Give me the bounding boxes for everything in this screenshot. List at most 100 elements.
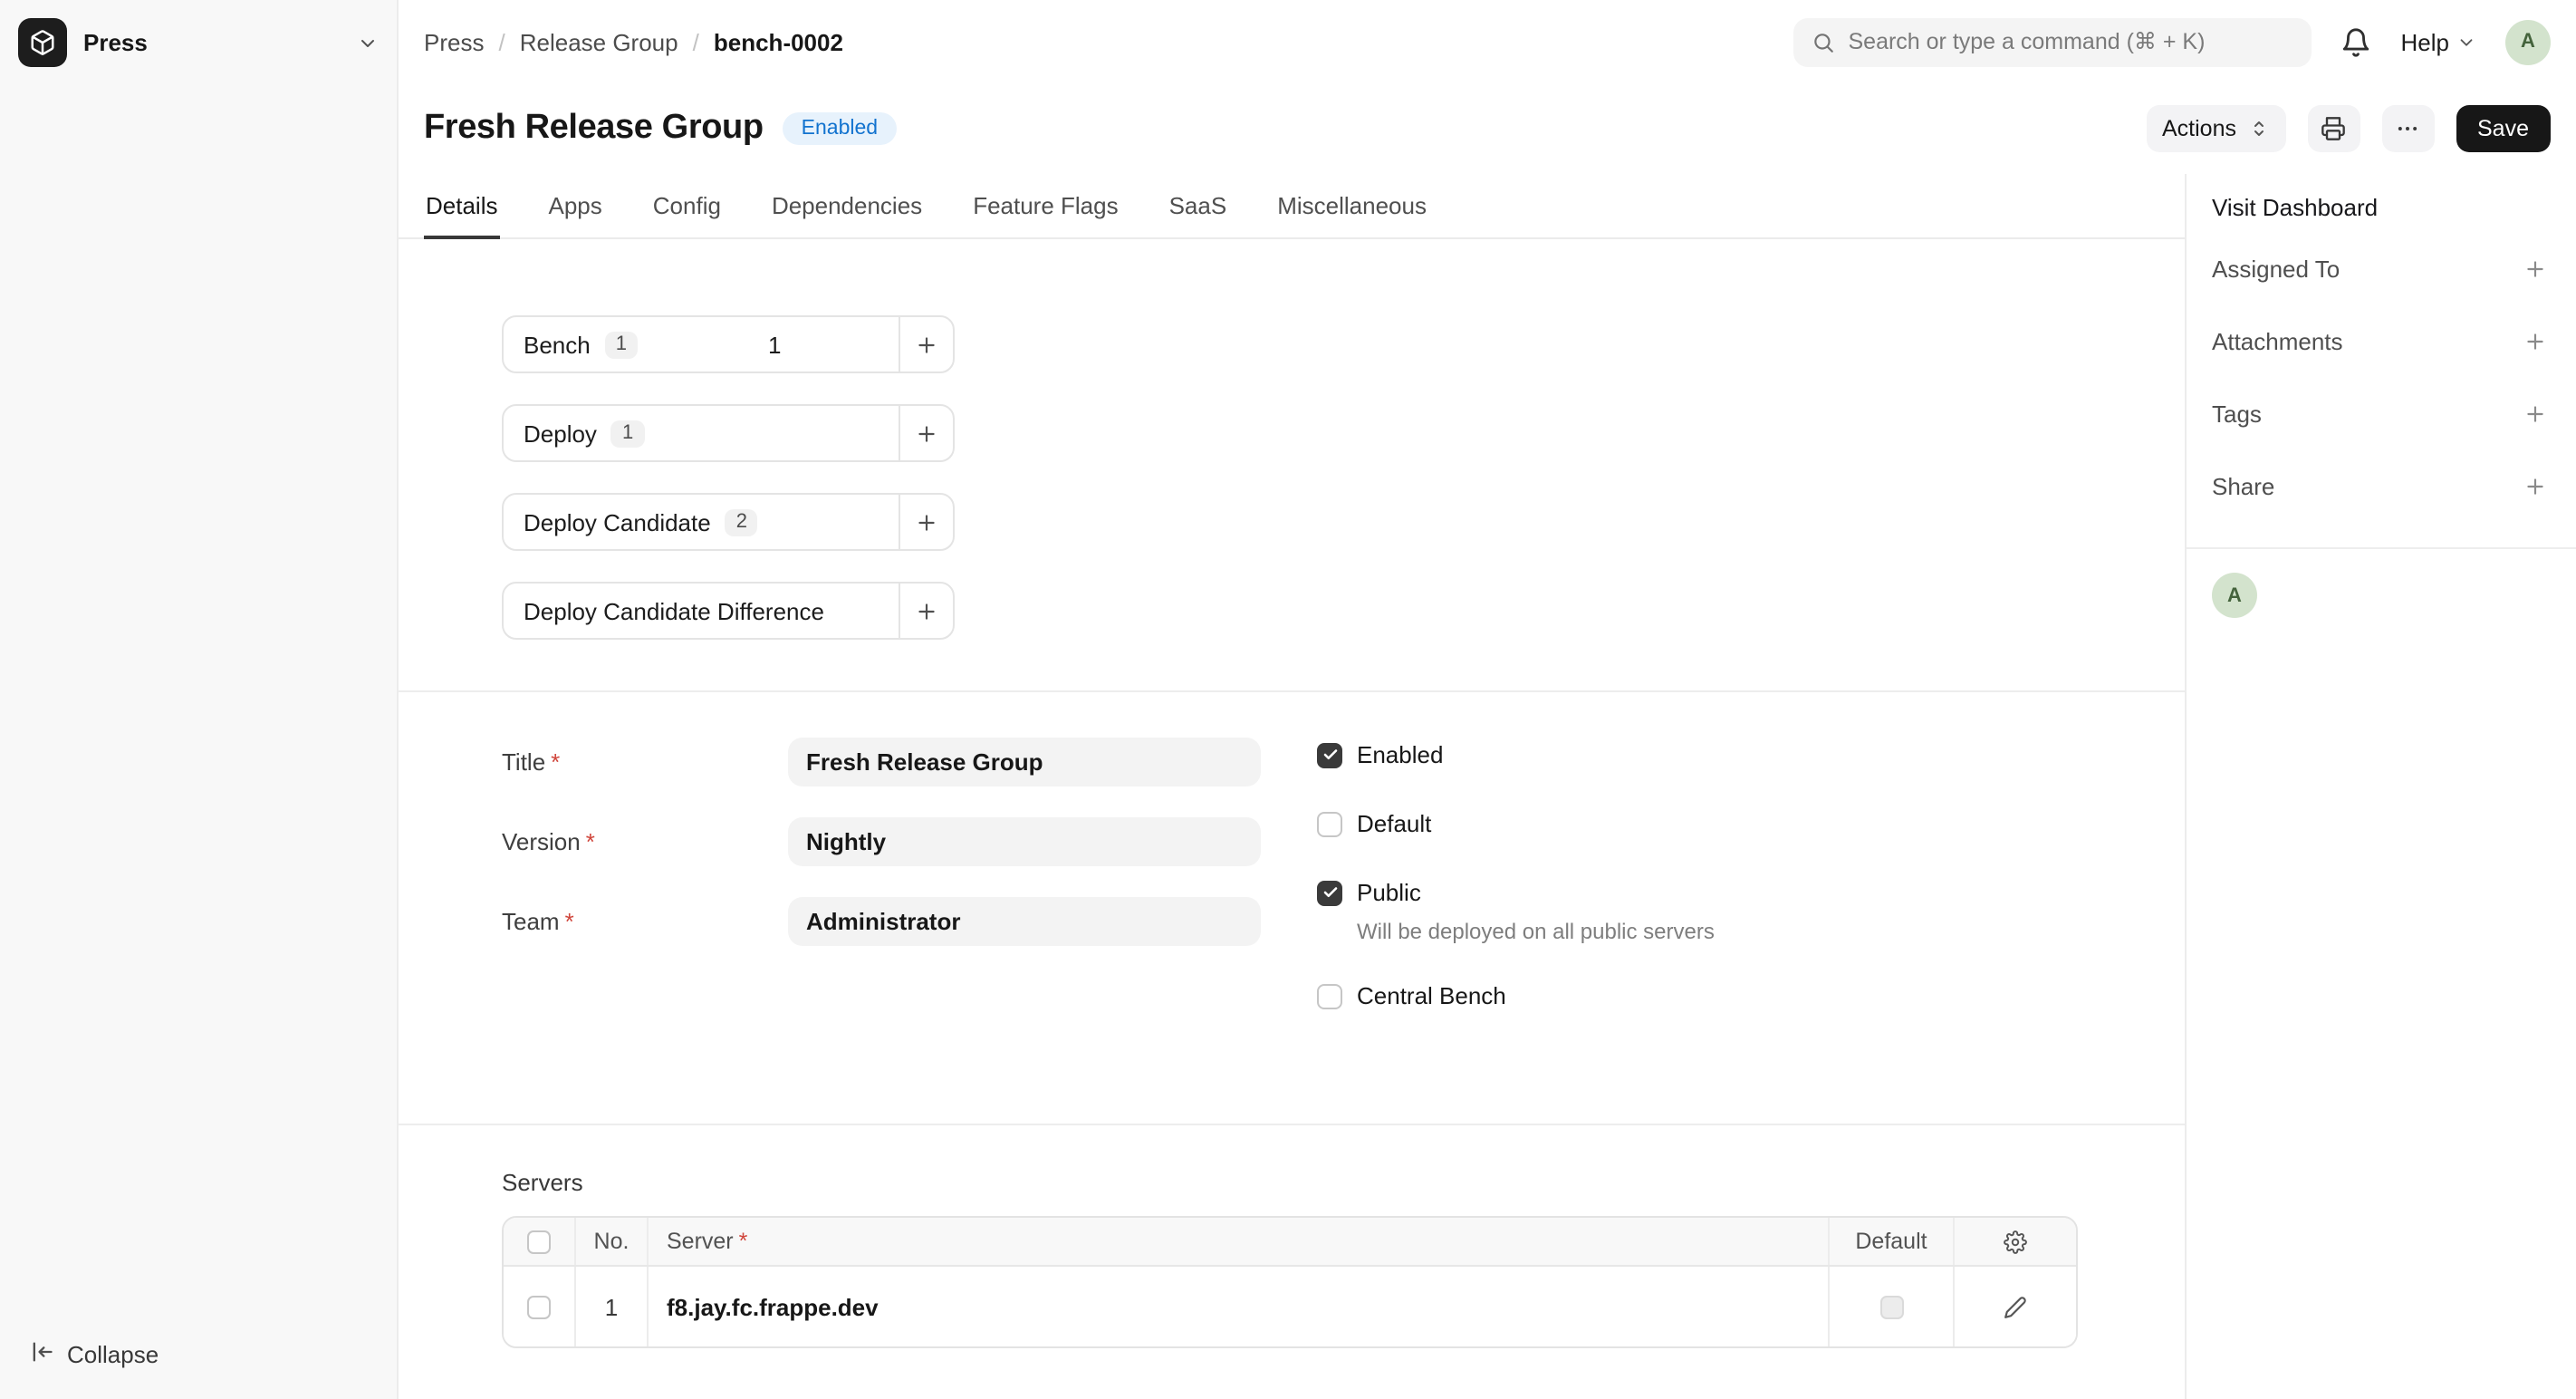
add-assigned-button[interactable] xyxy=(2520,253,2551,284)
share-label: Share xyxy=(2212,472,2274,499)
app-switcher[interactable]: Press xyxy=(18,18,379,67)
main-pane: Details Apps Config Dependencies Feature… xyxy=(399,174,2185,1399)
check-icon xyxy=(1322,747,1338,763)
add-deploy-candidate-difference-button[interactable] xyxy=(899,584,953,638)
title-field-label: Title* xyxy=(502,748,788,776)
central-bench-checkbox-row[interactable]: Central Bench xyxy=(1317,982,1715,1009)
tab-saas[interactable]: SaaS xyxy=(1168,174,1229,239)
add-share-button[interactable] xyxy=(2520,470,2551,501)
default-checkbox-row[interactable]: Default xyxy=(1317,810,1715,837)
panel-avatar-section: A xyxy=(2212,549,2551,618)
required-asterisk: * xyxy=(551,748,560,776)
field-row-team: Team* xyxy=(502,897,1261,946)
app-name: Press xyxy=(83,29,148,56)
checkbox-label: Central Bench xyxy=(1357,982,1506,1009)
save-button[interactable]: Save xyxy=(2456,105,2551,152)
required-asterisk: * xyxy=(739,1229,748,1254)
topbar-right: Help A xyxy=(1794,17,2552,66)
checkbox-label: Enabled xyxy=(1357,741,1443,768)
link-count-badge: 1 xyxy=(605,331,638,358)
central-bench-checkbox[interactable] xyxy=(1317,983,1342,1008)
column-header-default: Default xyxy=(1828,1218,1953,1265)
add-deploy-button[interactable] xyxy=(899,406,953,460)
details-tab-content: Bench 1 1 Deploy 1 xyxy=(399,239,2185,1399)
breadcrumb-separator: / xyxy=(498,28,505,55)
press-logo-icon xyxy=(18,18,67,67)
public-checkbox-row[interactable]: Public xyxy=(1317,879,1715,906)
breadcrumb-release-group[interactable]: Release Group xyxy=(520,28,678,55)
link-card-bench[interactable]: Bench 1 1 xyxy=(502,315,955,373)
tab-dependencies[interactable]: Dependencies xyxy=(770,174,924,239)
team-field-label: Team* xyxy=(502,908,788,935)
add-tag-button[interactable] xyxy=(2520,398,2551,429)
tab-apps[interactable]: Apps xyxy=(547,174,604,239)
search-bar[interactable] xyxy=(1794,17,2312,66)
link-label: Deploy Candidate Difference xyxy=(524,597,824,624)
help-label: Help xyxy=(2401,28,2450,55)
grid-settings-button[interactable] xyxy=(1955,1218,2076,1265)
panel-item-tags: Tags xyxy=(2212,377,2551,449)
gear-icon xyxy=(2004,1230,2027,1253)
more-options-button[interactable] xyxy=(2381,105,2434,152)
link-card-deploy-candidate-difference[interactable]: Deploy Candidate Difference xyxy=(502,582,955,640)
ellipsis-icon xyxy=(2395,116,2420,141)
server-table-row[interactable]: 1 f8.jay.fc.frappe.dev xyxy=(504,1267,2076,1346)
form-fields: Title* Version* Team* xyxy=(502,734,1261,1051)
search-input[interactable] xyxy=(1849,29,2294,54)
document-side-panel: Visit Dashboard Assigned To Attachments … xyxy=(2185,174,2576,1399)
collapse-icon xyxy=(29,1339,54,1370)
row-select-checkbox[interactable] xyxy=(527,1295,551,1318)
breadcrumb-press[interactable]: Press xyxy=(424,28,484,55)
topbar: Press / Release Group / bench-0002 Help xyxy=(399,0,2576,83)
default-checkbox[interactable] xyxy=(1317,811,1342,836)
print-button[interactable] xyxy=(2307,105,2360,152)
visit-dashboard-link[interactable]: Visit Dashboard xyxy=(2212,181,2551,232)
sidebar: Press Collapse xyxy=(0,0,399,1399)
plus-icon xyxy=(915,421,938,445)
enabled-checkbox[interactable] xyxy=(1317,742,1342,767)
link-label: Deploy Candidate xyxy=(524,508,711,535)
edit-row-button[interactable] xyxy=(1955,1267,2076,1346)
tab-config[interactable]: Config xyxy=(651,174,723,239)
servers-section-label: Servers xyxy=(502,1169,2185,1196)
title-input[interactable] xyxy=(788,738,1261,786)
main-column: Press / Release Group / bench-0002 Help xyxy=(399,0,2576,1399)
link-card-deploy[interactable]: Deploy 1 xyxy=(502,404,955,462)
form-section: Title* Version* Team* xyxy=(399,692,2185,1124)
bell-icon[interactable] xyxy=(2341,26,2372,57)
app-window: Press Collapse Press / Release Group / b… xyxy=(0,0,2576,1399)
tab-miscellaneous[interactable]: Miscellaneous xyxy=(1275,174,1428,239)
tags-label: Tags xyxy=(2212,400,2262,427)
panel-item-assigned-to: Assigned To xyxy=(2212,232,2551,304)
enabled-checkbox-row[interactable]: Enabled xyxy=(1317,741,1715,768)
panel-item-share: Share xyxy=(2212,449,2551,522)
checkbox-label: Default xyxy=(1357,810,1431,837)
add-deploy-candidate-button[interactable] xyxy=(899,495,953,549)
tab-details[interactable]: Details xyxy=(424,174,500,239)
link-card-deploy-candidate[interactable]: Deploy Candidate 2 xyxy=(502,493,955,551)
add-attachment-button[interactable] xyxy=(2520,325,2551,356)
chevron-down-icon xyxy=(357,32,379,53)
pencil-icon xyxy=(2004,1295,2027,1318)
viewer-avatar: A xyxy=(2212,573,2257,618)
servers-table-header: No. Server* Default xyxy=(504,1218,2076,1267)
sidebar-collapse-button[interactable]: Collapse xyxy=(18,1332,379,1377)
breadcrumb-separator: / xyxy=(693,28,699,55)
version-input[interactable] xyxy=(788,817,1261,866)
document-links-section: Bench 1 1 Deploy 1 xyxy=(399,239,2185,690)
tabstrip: Details Apps Config Dependencies Feature… xyxy=(399,174,2185,239)
plus-icon xyxy=(2523,329,2547,352)
public-checkbox[interactable] xyxy=(1317,880,1342,905)
servers-section: Servers No. Server* Default xyxy=(399,1125,2185,1348)
add-bench-button[interactable] xyxy=(899,317,953,371)
row-default-checkbox xyxy=(1879,1295,1903,1318)
actions-button[interactable]: Actions xyxy=(2146,105,2285,152)
actions-label: Actions xyxy=(2162,116,2236,141)
help-menu[interactable]: Help xyxy=(2401,28,2477,55)
select-all-checkbox[interactable] xyxy=(527,1230,551,1253)
tab-feature-flags[interactable]: Feature Flags xyxy=(971,174,1120,239)
link-count-badge: 1 xyxy=(611,420,644,447)
assigned-to-label: Assigned To xyxy=(2212,255,2340,282)
team-input[interactable] xyxy=(788,897,1261,946)
user-avatar[interactable]: A xyxy=(2505,19,2551,64)
